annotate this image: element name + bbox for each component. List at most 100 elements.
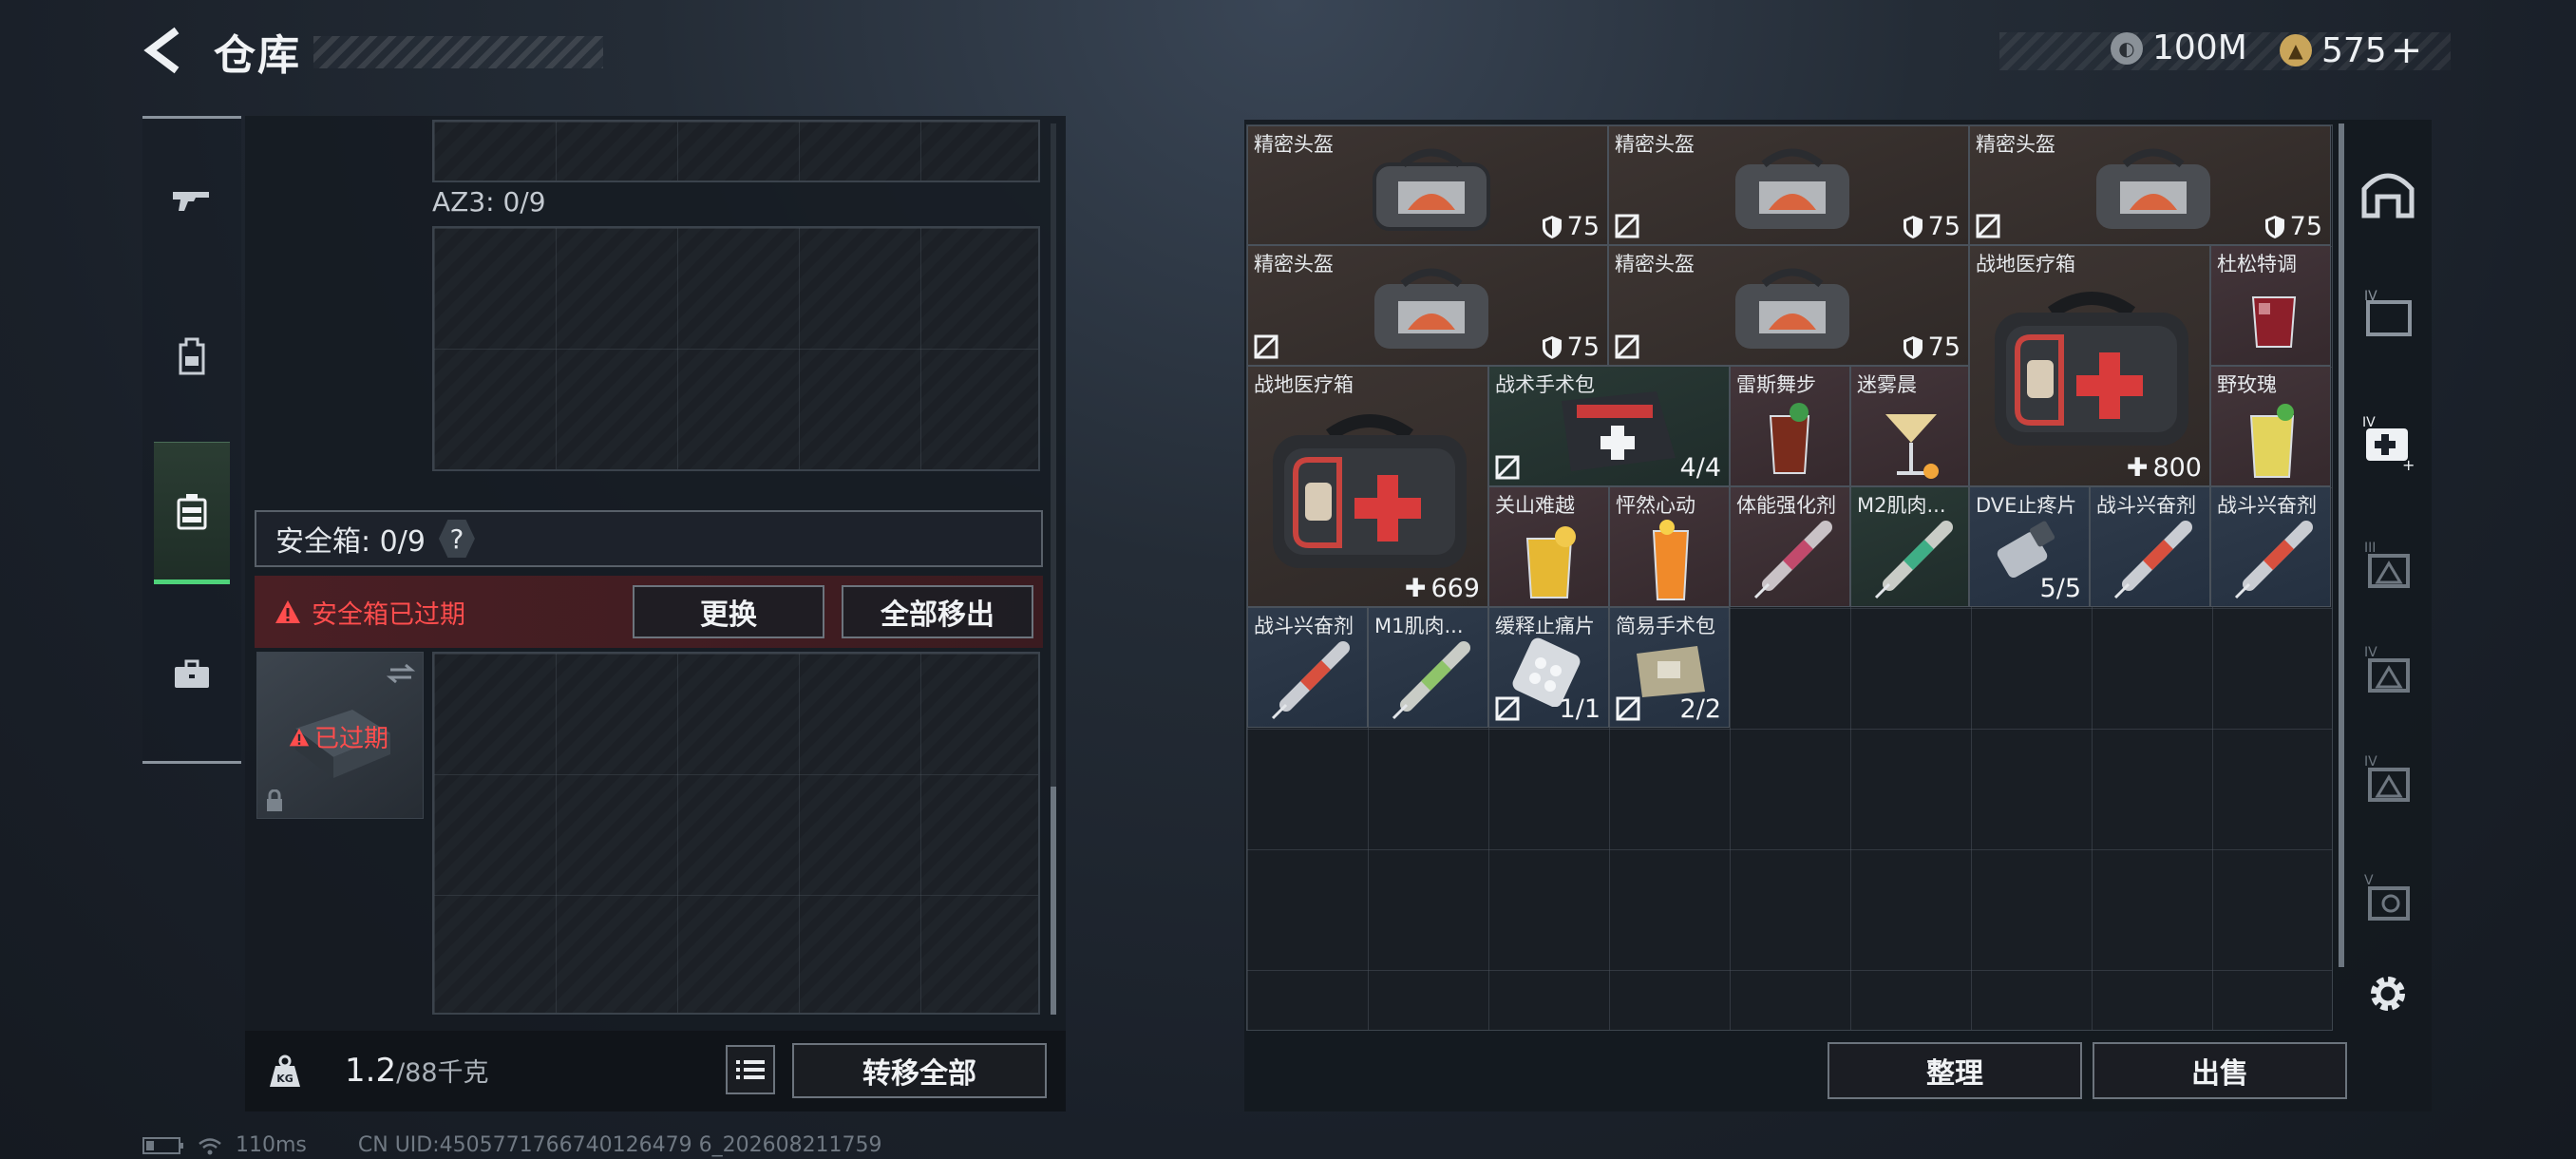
injector-art xyxy=(1753,521,1832,599)
no-insure-icon xyxy=(1254,334,1279,359)
inventory-item-field-medkit[interactable]: 战地医疗箱 ✚ 800 xyxy=(1969,245,2210,486)
svg-text:V: V xyxy=(2364,873,2374,888)
inventory-item-drink[interactable]: 迷雾晨 xyxy=(1850,366,1969,486)
weight-current: 1.2 xyxy=(345,1052,397,1090)
item-value: 75 xyxy=(1903,212,1960,241)
container-case-icon: IV xyxy=(2364,754,2410,802)
svg-text:IV: IV xyxy=(2364,754,2377,770)
item-name: 精密头盔 xyxy=(1976,133,2055,156)
container-case-icon: V xyxy=(2364,873,2410,921)
currency-silver[interactable]: ◐ 100M xyxy=(2111,28,2247,67)
rail-stash[interactable] xyxy=(2354,158,2422,226)
item-name: 简易手术包 xyxy=(1616,615,1715,637)
nav-safe-box[interactable] xyxy=(154,442,230,584)
nav-backpack[interactable] xyxy=(154,285,230,428)
inventory-item-helmet[interactable]: 精密头盔 75 xyxy=(1969,125,2331,245)
inventory-item-surgery-kit[interactable]: 战术手术包 4/4 xyxy=(1488,366,1730,486)
rail-container-2[interactable]: III xyxy=(2354,532,2422,600)
item-value-text: 800 xyxy=(2152,453,2202,483)
item-name: 战地医疗箱 xyxy=(1254,373,1354,396)
inventory-item-injector[interactable]: M2肌肉... xyxy=(1850,486,1969,607)
lock-icon xyxy=(267,789,282,811)
inventory-item-drink[interactable]: 怦然心动 xyxy=(1609,486,1730,607)
item-value: ✚ 669 xyxy=(1405,574,1480,603)
inventory-item-drink[interactable]: 雷斯舞步 xyxy=(1730,366,1850,486)
item-name: 精密头盔 xyxy=(1254,133,1334,156)
drink-glass-art xyxy=(2251,296,2297,348)
az3-grid[interactable] xyxy=(432,226,1040,471)
armor-icon xyxy=(2264,215,2284,238)
inventory-item-helmet[interactable]: 精密头盔 75 xyxy=(1608,245,1969,366)
nav-briefcase[interactable] xyxy=(154,603,230,746)
item-value: 5/5 xyxy=(2040,574,2081,603)
silver-coin-icon: ◐ xyxy=(2111,31,2143,65)
left-scroll-thumb[interactable] xyxy=(1051,787,1056,1015)
inventory-item-stimulant[interactable]: 战斗兴奋剂 xyxy=(2090,486,2210,607)
drink-glass-art xyxy=(1525,526,1576,598)
nav-weapons[interactable] xyxy=(154,128,230,271)
remove-all-button[interactable]: 全部移出 xyxy=(842,585,1033,638)
helmet-bag-art xyxy=(1373,148,1490,231)
inventory-item-injector[interactable]: M1肌肉... xyxy=(1368,607,1488,728)
inventory-item-painkiller[interactable]: DVE止疼片 5/5 xyxy=(1969,486,2090,607)
injector-art xyxy=(1874,521,1953,599)
svg-text:III: III xyxy=(2364,541,2376,556)
inventory-item-simple-surgery-kit[interactable]: 简易手术包 2/2 xyxy=(1609,607,1730,728)
safe-case-icon xyxy=(177,494,207,530)
list-view-button[interactable] xyxy=(726,1045,775,1094)
plus-icon: ✚ xyxy=(2126,453,2149,483)
backpack-icon xyxy=(179,337,205,375)
silver-amount: 100M xyxy=(2152,28,2247,67)
replace-button[interactable]: 更换 xyxy=(633,585,824,638)
item-value: 4/4 xyxy=(1680,453,1721,483)
inventory-item-painkiller-blister[interactable]: 缓释止痛片 1/1 xyxy=(1488,607,1609,728)
sell-button[interactable]: 出售 xyxy=(2093,1042,2347,1099)
inventory-item-helmet[interactable]: 精密头盔 75 xyxy=(1247,245,1608,366)
armor-icon xyxy=(1903,335,1923,359)
inventory-item-drink[interactable]: 杜松特调 xyxy=(2210,245,2331,366)
item-value: 75 xyxy=(1542,212,1600,241)
item-value: 75 xyxy=(1542,332,1600,362)
inventory-item-stimulant[interactable]: 战斗兴奋剂 xyxy=(2210,486,2331,607)
warning-icon xyxy=(275,600,300,623)
rail-container-3[interactable]: IV xyxy=(2354,636,2422,705)
item-name: 战斗兴奋剂 xyxy=(2096,494,2196,517)
rail-container-4[interactable]: IV xyxy=(2354,746,2422,814)
no-insure-icon xyxy=(1615,214,1639,238)
weight-kg-icon: KG xyxy=(258,1045,312,1098)
item-value-text: 75 xyxy=(1566,212,1600,241)
helmet-bag-art xyxy=(1735,148,1849,229)
inventory-item-helmet[interactable]: 精密头盔 75 xyxy=(1608,125,1969,245)
rail-container-5[interactable]: V xyxy=(2354,864,2422,933)
item-value-text: 75 xyxy=(1927,332,1960,362)
expired-safe-box-slot[interactable]: 已过期 xyxy=(256,652,424,819)
expired-badge: 已过期 xyxy=(288,719,388,754)
no-insure-icon xyxy=(1976,214,2000,238)
help-icon[interactable]: ? xyxy=(438,520,475,558)
battery-icon xyxy=(142,1136,183,1154)
item-value: 75 xyxy=(2264,212,2322,241)
item-name: 杜松特调 xyxy=(2217,253,2297,276)
back-button[interactable] xyxy=(142,27,186,74)
rail-container-1[interactable]: IV xyxy=(2354,280,2422,349)
inventory-item-drink[interactable]: 关山难越 xyxy=(1488,486,1609,607)
safe-box-grid[interactable] xyxy=(432,652,1040,1015)
az3-label: AZ3: 0/9 xyxy=(432,186,546,218)
settings-button[interactable] xyxy=(2354,960,2422,1028)
inventory-item-helmet[interactable]: 精密头盔 75 xyxy=(1247,125,1608,245)
item-value-text: 5/5 xyxy=(2039,574,2081,603)
helmet-bag-art xyxy=(1735,268,1849,349)
container-rail: IV IV + III IV IV V xyxy=(2344,124,2432,1036)
organize-button[interactable]: 整理 xyxy=(1828,1042,2082,1099)
left-nav xyxy=(142,116,241,764)
item-value-text: 2/2 xyxy=(1679,694,1721,724)
transfer-all-button[interactable]: 转移全部 xyxy=(792,1043,1047,1098)
injector-art xyxy=(1392,641,1470,720)
inventory-item-drink[interactable]: 野玫瑰 xyxy=(2210,366,2331,486)
inventory-item-injector[interactable]: 体能强化剂 xyxy=(1730,486,1850,607)
rail-medical-case[interactable]: IV + xyxy=(2354,408,2422,477)
currency-gold[interactable]: ▲ 575 + xyxy=(2280,28,2422,72)
inventory-item-stimulant[interactable]: 战斗兴奋剂 xyxy=(1247,607,1368,728)
inventory-item-field-medkit[interactable]: 战地医疗箱 ✚ 669 xyxy=(1247,366,1488,607)
surgery-kit-art xyxy=(1562,391,1676,471)
